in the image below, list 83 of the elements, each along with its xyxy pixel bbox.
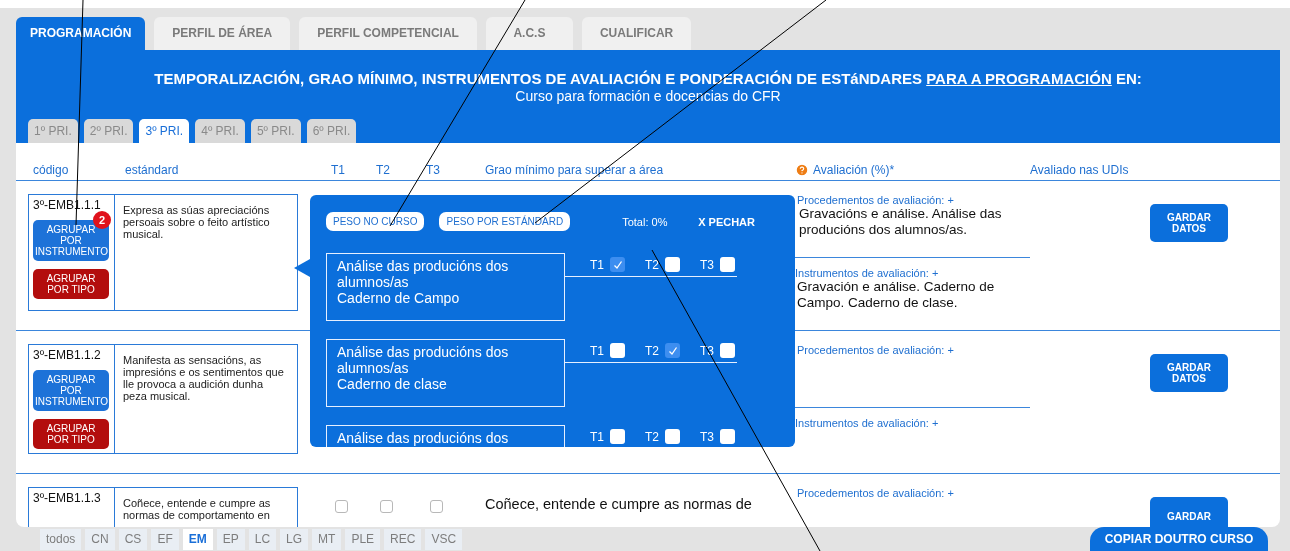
term-checkbox[interactable] bbox=[610, 429, 625, 444]
level-tab[interactable]: 1º PRI. bbox=[28, 119, 78, 143]
term-checkbox[interactable] bbox=[430, 500, 443, 513]
level-tab[interactable]: 4º PRI. bbox=[195, 119, 245, 143]
column-header: estándard bbox=[124, 163, 180, 177]
save-button[interactable]: GARDAR DATOS bbox=[1150, 204, 1228, 242]
procedures-link[interactable]: Procedementos de avaliación: + bbox=[797, 194, 1030, 206]
area-tab[interactable]: LG bbox=[280, 529, 309, 550]
term-label: T3 bbox=[700, 429, 715, 444]
main-tab[interactable]: A.C.S bbox=[485, 17, 573, 50]
term-checkbox[interactable] bbox=[665, 343, 681, 358]
instruments-link[interactable]: Instrumentos de avaliación: + bbox=[795, 267, 1030, 279]
procedures-link[interactable]: Procedementos de avaliación: + bbox=[797, 344, 1030, 356]
main-tab[interactable]: CUALIFICAR bbox=[581, 17, 692, 50]
term-checkbox[interactable] bbox=[610, 343, 625, 358]
area-tab[interactable]: EP bbox=[216, 529, 245, 550]
column-header: Avaliado nas UDIs bbox=[1030, 163, 1130, 177]
level-tab[interactable]: 5º PRI. bbox=[250, 119, 301, 143]
programming-link[interactable]: PARA A PROGRAMACIÓN bbox=[926, 70, 1112, 87]
column-header: T2 bbox=[375, 163, 391, 177]
standard-text: Coñece, entende e cumpre as normas de comportamento en bbox=[123, 497, 272, 521]
level-tab[interactable]: 6º PRI. bbox=[306, 119, 357, 143]
weight-button[interactable]: PESO POR ESTÁNDARD bbox=[439, 212, 571, 231]
term-label: T1 bbox=[590, 257, 604, 272]
procedures-text: Gravacións e análise. Análise das producións dos alumnos/as. bbox=[798, 206, 1003, 238]
term-label: T2 bbox=[645, 429, 660, 444]
term-checkbox[interactable] bbox=[610, 257, 625, 272]
instrument-text: Caderno de Campo bbox=[337, 290, 461, 306]
group-button[interactable]: AGRUPAR POR INSTRUMENTO bbox=[33, 370, 109, 411]
instrument-text: Análise das producións dos bbox=[337, 430, 510, 446]
group-button[interactable]: AGRUPAR POR TIPO bbox=[33, 269, 109, 299]
term-label: T3 bbox=[700, 257, 715, 272]
level-tab[interactable]: 3º PRI. bbox=[139, 119, 190, 143]
area-tab[interactable]: CN bbox=[85, 529, 115, 550]
instrument-text: Análise das producións dos alumnos/as bbox=[337, 344, 510, 376]
area-tab[interactable]: MT bbox=[312, 529, 342, 550]
term-label: T1 bbox=[590, 429, 604, 444]
main-tab[interactable]: PERFIL DE ÁREA bbox=[154, 17, 291, 50]
term-label: T1 bbox=[590, 343, 604, 358]
save-button[interactable]: GARDAR bbox=[1150, 497, 1228, 527]
term-checkbox[interactable] bbox=[665, 257, 681, 272]
help-icon[interactable] bbox=[795, 163, 809, 177]
save-button[interactable]: GARDAR DATOS bbox=[1150, 354, 1228, 392]
standard-text: Expresa as súas apreciacións persoais sobre o feito artístico musical. bbox=[123, 204, 271, 240]
term-checkbox[interactable] bbox=[380, 500, 393, 513]
close-button[interactable]: X PECHAR bbox=[698, 215, 755, 228]
area-tab[interactable]: PLE bbox=[345, 529, 381, 550]
group-button[interactable]: AGRUPAR POR TIPO bbox=[33, 419, 109, 449]
procedures-link[interactable]: Procedementos de avaliación: + bbox=[797, 487, 1030, 499]
term-checkbox[interactable] bbox=[720, 343, 736, 358]
column-header: T1 bbox=[330, 163, 346, 177]
column-header: T3 bbox=[425, 163, 441, 177]
term-label: T2 bbox=[645, 257, 660, 272]
term-label: T3 bbox=[700, 343, 715, 358]
check-icon bbox=[667, 345, 678, 356]
area-tab[interactable]: VSC bbox=[425, 529, 463, 550]
instrument-text: Análise das producións dos alumnos/as bbox=[337, 258, 510, 290]
area-tab[interactable]: EF bbox=[151, 529, 179, 550]
area-tab[interactable]: LC bbox=[248, 529, 277, 550]
term-checkbox[interactable] bbox=[720, 429, 736, 444]
check-icon bbox=[612, 259, 623, 270]
instruments-link[interactable]: Instrumentos de avaliación: + bbox=[795, 417, 1030, 429]
area-tab[interactable]: EM bbox=[182, 529, 213, 550]
column-header: código bbox=[32, 163, 70, 177]
area-tab[interactable]: todos bbox=[40, 529, 82, 550]
term-checkbox[interactable] bbox=[665, 429, 681, 444]
instruments-text: Gravación e análise. Caderno de Campo. Caderno de clase. bbox=[796, 279, 996, 311]
level-tab[interactable]: 2º PRI. bbox=[83, 119, 134, 143]
area-tab[interactable]: CS bbox=[118, 529, 148, 550]
term-checkbox[interactable] bbox=[720, 257, 736, 272]
standard-text: Manifesta as sensacións, as impresións e os sentimentos que lle provoca a audición dunha peza musical. bbox=[123, 354, 285, 402]
minimum-text: Coñece, entende e cumpre as normas de bbox=[484, 495, 753, 513]
term-checkbox[interactable] bbox=[335, 500, 348, 513]
main-tab[interactable]: PROGRAMACIÓN bbox=[16, 17, 146, 50]
copy-course-button[interactable]: COPIAR DOUTRO CURSO bbox=[1090, 527, 1268, 551]
instrument-text: Caderno de clase bbox=[337, 376, 448, 392]
standard-code: 3º-EMB1.1.2 bbox=[33, 348, 102, 362]
term-label: T2 bbox=[645, 343, 660, 358]
total-text: Total: 0% bbox=[622, 215, 668, 228]
area-tab[interactable]: REC bbox=[384, 529, 422, 550]
column-header: Avaliación (%)* bbox=[813, 163, 895, 177]
standard-code: 3º-EMB1.1.3 bbox=[33, 491, 102, 505]
main-tab[interactable]: PERFIL COMPETENCIAL bbox=[299, 17, 477, 50]
